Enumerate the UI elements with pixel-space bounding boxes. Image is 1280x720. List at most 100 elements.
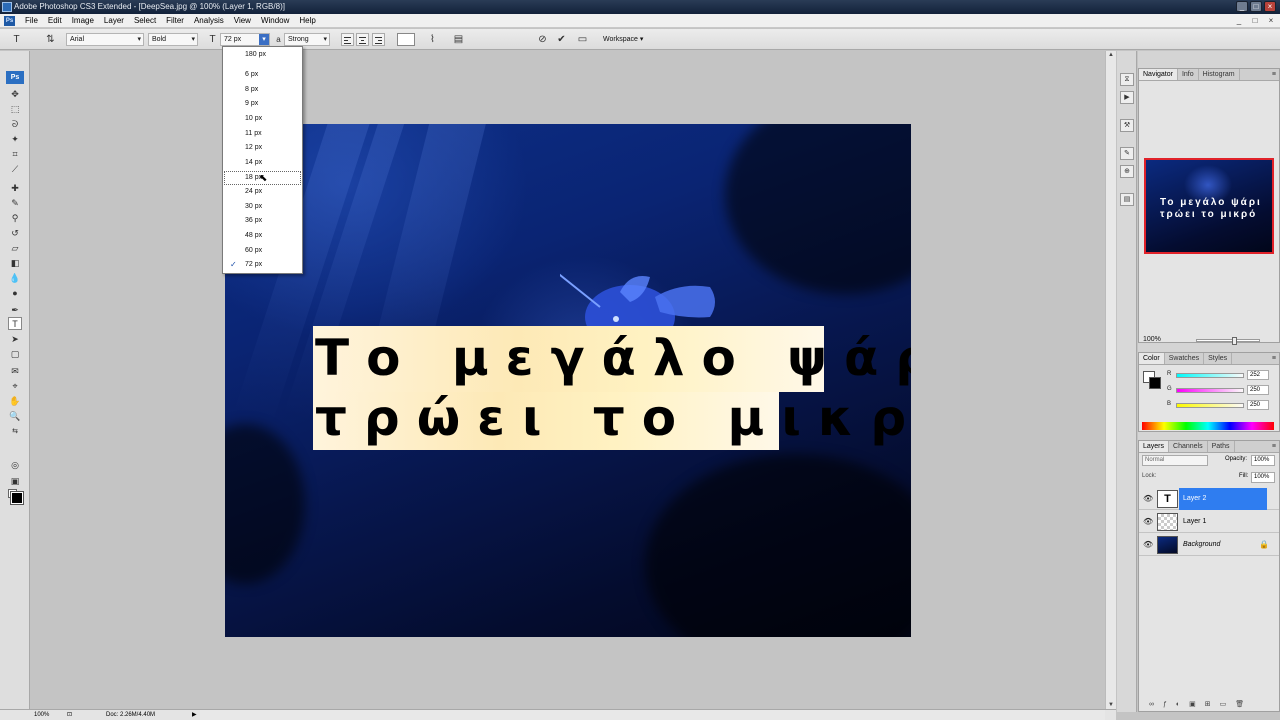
slider-thumb[interactable] bbox=[1232, 337, 1237, 345]
tab-swatches[interactable]: Swatches bbox=[1165, 353, 1205, 364]
slice-tool-icon[interactable]: ⟋ bbox=[8, 163, 22, 176]
scroll-up-icon[interactable]: ▲ bbox=[1106, 52, 1116, 58]
panel-menu-icon[interactable]: ≡ bbox=[1272, 353, 1276, 365]
close-button[interactable]: × bbox=[1264, 1, 1276, 12]
dodge-tool-icon[interactable]: ● bbox=[8, 287, 22, 300]
menu-analysis[interactable]: Analysis bbox=[189, 14, 229, 28]
doc-minimize-button[interactable]: _ bbox=[1234, 15, 1244, 26]
text-color-swatch[interactable] bbox=[397, 33, 415, 46]
font-size-option[interactable]: 48 px bbox=[224, 229, 301, 243]
font-size-option[interactable]: 14 px bbox=[224, 156, 301, 170]
healing-brush-icon[interactable]: ✚ bbox=[8, 182, 22, 195]
eye-icon[interactable]: 👁 bbox=[1143, 494, 1153, 503]
text-line-2[interactable]: τρώει το μικρό bbox=[313, 392, 911, 450]
font-size-option[interactable]: 6 px bbox=[224, 68, 301, 82]
menu-edit[interactable]: Edit bbox=[43, 14, 67, 28]
brush-tool-icon[interactable]: ✎ bbox=[8, 197, 22, 210]
text-line-1[interactable]: Το μεγάλο ψάρι bbox=[313, 326, 911, 392]
layers-footer-icons[interactable]: ∞ƒ◐▣⊞▭🗑 bbox=[1149, 700, 1269, 708]
navigator-preview[interactable]: Το μεγάλο ψάρι τρώει το μικρό bbox=[1144, 158, 1274, 254]
text-layer[interactable]: Το μεγάλο ψάρι τρώει το μικρό bbox=[313, 326, 911, 450]
blue-slider[interactable] bbox=[1176, 403, 1244, 408]
align-center-button[interactable] bbox=[356, 33, 369, 46]
opacity-input[interactable]: 100% bbox=[1251, 455, 1275, 466]
doc-close-button[interactable]: × bbox=[1266, 15, 1276, 26]
doc-restore-button[interactable]: □ bbox=[1250, 15, 1260, 26]
tab-styles[interactable]: Styles bbox=[1204, 353, 1233, 364]
fill-input[interactable]: 100% bbox=[1251, 472, 1275, 483]
layer-name[interactable]: Background bbox=[1179, 534, 1267, 556]
horizontal-scrollbar[interactable] bbox=[200, 710, 1105, 720]
antialias-select[interactable]: Strong ▾ bbox=[284, 33, 330, 46]
menu-layer[interactable]: Layer bbox=[99, 14, 129, 28]
foreground-color-swatch[interactable] bbox=[10, 491, 24, 505]
warp-text-icon[interactable]: ⌇ bbox=[426, 33, 439, 46]
scroll-down-icon[interactable]: ▼ bbox=[1106, 702, 1116, 708]
history-panel-icon[interactable]: ⧖ bbox=[1120, 73, 1134, 86]
font-size-option[interactable]: 10 px bbox=[224, 112, 301, 126]
document-icon[interactable]: Ps bbox=[4, 16, 15, 26]
red-value[interactable]: 252 bbox=[1247, 370, 1269, 380]
text-orientation-icon[interactable]: ⇅ bbox=[44, 33, 57, 46]
document-canvas[interactable]: Το μεγάλο ψάρι τρώει το μικρό bbox=[225, 124, 911, 637]
eye-icon[interactable]: 👁 bbox=[1143, 517, 1153, 526]
zoom-tool-icon[interactable]: 🔍 bbox=[8, 410, 22, 423]
layer-comps-icon[interactable]: ▤ bbox=[1120, 193, 1134, 206]
lasso-tool-icon[interactable]: ᘐ bbox=[8, 118, 22, 131]
pen-tool-icon[interactable]: ✒ bbox=[8, 304, 22, 317]
font-size-select[interactable]: 72 px ▾ bbox=[220, 33, 270, 46]
red-slider[interactable] bbox=[1176, 373, 1244, 378]
navigator-zoom-value[interactable]: 100% bbox=[1143, 336, 1161, 343]
menu-filter[interactable]: Filter bbox=[161, 14, 189, 28]
blend-mode-select[interactable]: Normal bbox=[1142, 455, 1208, 466]
tab-color[interactable]: Color bbox=[1139, 353, 1165, 364]
align-left-button[interactable] bbox=[341, 33, 354, 46]
font-size-option[interactable]: 60 px bbox=[224, 244, 301, 258]
menu-help[interactable]: Help bbox=[294, 14, 320, 28]
status-menu-arrow-icon[interactable]: ▶ bbox=[192, 711, 197, 720]
clone-source-icon[interactable]: ⊕ bbox=[1120, 165, 1134, 178]
tab-histogram[interactable]: Histogram bbox=[1199, 69, 1240, 80]
font-size-option[interactable]: 36 px bbox=[224, 214, 301, 228]
panel-menu-icon[interactable]: ≡ bbox=[1272, 441, 1276, 453]
menu-select[interactable]: Select bbox=[129, 14, 161, 28]
menu-view[interactable]: View bbox=[229, 14, 256, 28]
blur-tool-icon[interactable]: 💧 bbox=[8, 272, 22, 285]
panel-menu-icon[interactable]: ≡ bbox=[1272, 69, 1276, 81]
status-icon[interactable]: ⊡ bbox=[67, 711, 72, 720]
font-size-option[interactable]: 11 px bbox=[224, 127, 301, 141]
tab-paths[interactable]: Paths bbox=[1208, 441, 1235, 452]
tab-channels[interactable]: Channels bbox=[1169, 441, 1208, 452]
zoom-level[interactable]: 100% bbox=[34, 711, 49, 720]
layer-name[interactable]: Layer 1 bbox=[1179, 511, 1267, 533]
quick-mask-icon[interactable]: ◎ bbox=[8, 459, 22, 472]
menu-file[interactable]: File bbox=[20, 14, 43, 28]
layer-row-layer-1[interactable]: 👁 Layer 1 bbox=[1139, 511, 1279, 533]
commit-check-icon[interactable]: ✔ bbox=[555, 33, 568, 46]
color-bg-swatch[interactable] bbox=[1149, 377, 1161, 389]
eyedropper-tool-icon[interactable]: ⌖ bbox=[8, 380, 22, 393]
cancel-icon[interactable]: ⊘ bbox=[536, 33, 549, 46]
eraser-tool-icon[interactable]: ▱ bbox=[8, 242, 22, 255]
font-size-option[interactable]: 8 px bbox=[224, 83, 301, 97]
marquee-tool-icon[interactable]: ⬚ bbox=[8, 103, 22, 116]
screen-mode-icon[interactable]: ▣ bbox=[8, 475, 22, 488]
actions-panel-icon[interactable]: ▶ bbox=[1120, 91, 1134, 104]
font-size-option-selected[interactable]: ✓ 72 px bbox=[224, 258, 301, 272]
color-spectrum-bar[interactable] bbox=[1142, 422, 1274, 430]
shape-tool-icon[interactable]: ▢ bbox=[8, 348, 22, 361]
crop-tool-icon[interactable]: ⌗ bbox=[8, 148, 22, 161]
layer-row-layer-2[interactable]: 👁 T Layer 2 bbox=[1139, 488, 1279, 510]
character-panel-icon[interactable]: ▤ bbox=[452, 33, 465, 46]
hand-tool-icon[interactable]: ✋ bbox=[8, 395, 22, 408]
font-style-select[interactable]: Bold ▾ bbox=[148, 33, 198, 46]
layer-row-background[interactable]: 👁 Background 🔒 bbox=[1139, 534, 1279, 556]
gradient-tool-icon[interactable]: ◧ bbox=[8, 257, 22, 270]
maximize-button[interactable]: □ bbox=[1250, 1, 1262, 12]
type-tool-icon[interactable]: T bbox=[8, 317, 22, 330]
font-size-option[interactable]: 30 px bbox=[224, 200, 301, 214]
notes-tool-icon[interactable]: ✉ bbox=[8, 365, 22, 378]
green-slider[interactable] bbox=[1176, 388, 1244, 393]
layer-name[interactable]: Layer 2 bbox=[1179, 488, 1267, 510]
swap-colors-icon[interactable]: ⇆ bbox=[8, 425, 22, 438]
